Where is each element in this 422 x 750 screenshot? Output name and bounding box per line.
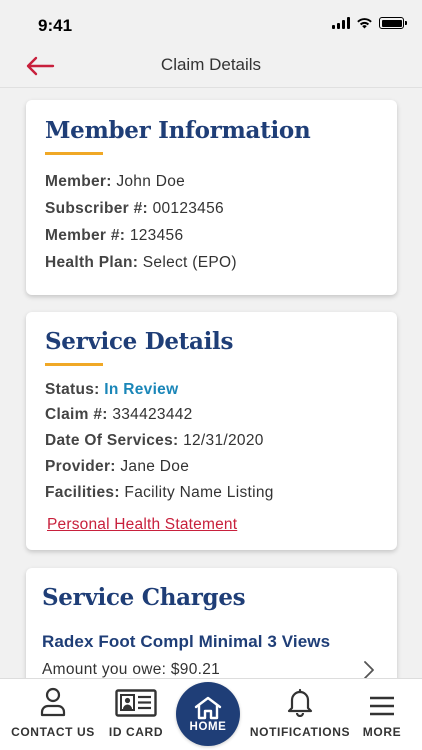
bell-icon xyxy=(287,688,313,717)
subscriber-row: Subscriber #: 00123456 xyxy=(45,200,224,217)
status-bar: 9:41 xyxy=(0,0,422,44)
facilities-row: Facilities: Facility Name Listing xyxy=(45,484,274,501)
date-of-services-row: Date Of Services: 12/31/2020 xyxy=(45,432,264,449)
title-underline xyxy=(45,363,103,366)
nav-header: Claim Details xyxy=(0,44,422,88)
service-details-card: Service Details Status: In Review Claim … xyxy=(26,312,397,550)
service-details-title: Service Details xyxy=(45,328,234,355)
tab-more[interactable]: MORE xyxy=(356,679,408,750)
status-row: Status: In Review xyxy=(45,381,179,398)
charge-item-name: Radex Foot Compl Minimal 3 Views xyxy=(42,632,331,651)
content-scroll-area[interactable]: Member Information Member: John Doe Subs… xyxy=(0,88,422,678)
health-plan-row: Health Plan: Select (EPO) xyxy=(45,254,237,271)
wifi-icon xyxy=(357,18,372,29)
service-charges-title: Service Charges xyxy=(42,584,246,611)
member-information-card: Member Information Member: John Doe Subs… xyxy=(26,100,397,295)
battery-icon xyxy=(379,17,407,29)
page-title: Claim Details xyxy=(160,55,262,74)
personal-health-statement-link[interactable]: Personal Health Statement xyxy=(47,516,237,533)
status-icons xyxy=(332,17,407,29)
home-icon xyxy=(194,696,222,719)
member-number-row: Member #: 123456 xyxy=(45,227,184,244)
service-charges-card: Service Charges Radex Foot Compl Minimal… xyxy=(26,568,397,678)
member-information-title: Member Information xyxy=(45,117,311,144)
tab-home[interactable]: HOME xyxy=(176,682,240,746)
cellular-signal-icon xyxy=(332,17,350,29)
person-icon xyxy=(40,687,66,717)
tab-contact-us[interactable]: CONTACT US xyxy=(10,679,96,750)
chevron-right-icon xyxy=(364,661,374,678)
tab-notifications[interactable]: NOTIFICATIONS xyxy=(250,679,350,750)
charge-item[interactable]: Radex Foot Compl Minimal 3 Views Amount … xyxy=(42,632,381,678)
id-card-icon xyxy=(115,689,157,717)
title-underline xyxy=(45,152,103,155)
member-row: Member: John Doe xyxy=(45,173,186,190)
menu-icon xyxy=(370,696,394,716)
claim-number-row: Claim #: 334423442 xyxy=(45,406,193,423)
tab-id-card[interactable]: ID CARD xyxy=(100,679,172,750)
status-time: 9:41 xyxy=(38,16,73,35)
charge-item-amount: Amount you owe: $90.21 xyxy=(42,661,221,678)
provider-row: Provider: Jane Doe xyxy=(45,458,190,475)
status-badge: In Review xyxy=(104,381,179,398)
